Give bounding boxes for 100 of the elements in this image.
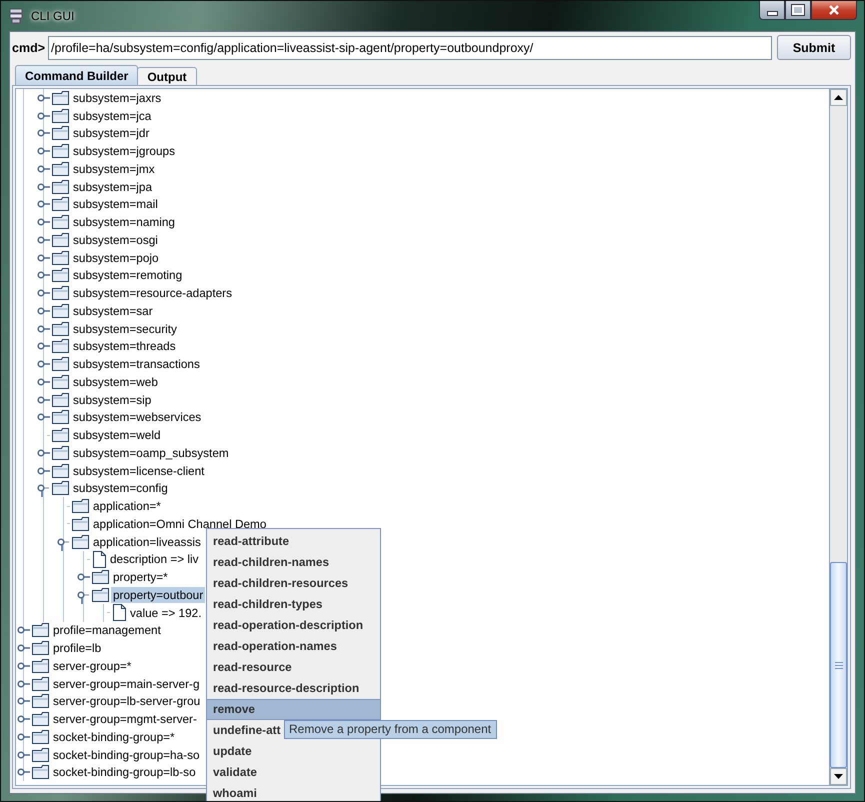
folder-icon <box>52 339 69 354</box>
tree-node-label[interactable]: subsystem=jaxrs <box>71 90 164 106</box>
folder-icon <box>72 499 89 514</box>
tab[interactable]: Command Builder <box>15 65 138 85</box>
folder-icon <box>52 357 69 372</box>
tree-node-label[interactable]: description => liv <box>108 551 201 568</box>
folder-icon <box>52 481 69 496</box>
tree-node-label[interactable]: server-group=lb-server-grou <box>51 693 202 710</box>
tree-node-label[interactable]: subsystem=webservices <box>71 409 204 426</box>
folder-icon <box>52 162 69 176</box>
folder-icon <box>32 641 49 656</box>
minimize-button[interactable] <box>759 1 785 20</box>
tree-node-label[interactable]: value => 192. <box>128 604 204 621</box>
tree-node-label[interactable]: application=* <box>91 498 163 514</box>
folder-icon <box>52 374 69 389</box>
menu-item[interactable]: read-operation-description <box>207 615 380 636</box>
tree-node-label[interactable]: subsystem=jpa <box>71 178 154 195</box>
folder-icon <box>52 108 69 123</box>
command-field[interactable]: /profile=ha/subsystem=config/application=liveassist-sip-agent/property=outboundproxy/ <box>48 36 772 60</box>
tree-node-label[interactable]: server-group=* <box>51 658 134 674</box>
folder-icon <box>32 748 49 762</box>
folder-icon <box>52 428 69 442</box>
folder-icon <box>52 126 69 140</box>
up-arrow-icon <box>834 95 843 100</box>
tree-node-label[interactable]: subsystem=web <box>71 374 160 390</box>
tree-node-label[interactable]: application=liveassis <box>91 534 203 550</box>
tree-node-label[interactable]: socket-binding-group=* <box>51 728 177 745</box>
folder-icon <box>92 588 109 602</box>
menu-item[interactable]: read-children-types <box>207 594 380 615</box>
menu-item[interactable]: whoami <box>207 783 380 801</box>
menu-item[interactable]: read-attribute <box>207 531 380 552</box>
tree-node-label[interactable]: subsystem=jgroups <box>71 143 177 160</box>
tree-node-label[interactable]: subsystem=mail <box>71 196 160 212</box>
folder-icon <box>32 694 49 708</box>
folder-icon <box>32 730 49 744</box>
tree-node-label[interactable]: subsystem=jca <box>71 108 154 124</box>
menu-item[interactable]: remove <box>207 699 380 720</box>
scroll-up-button[interactable] <box>830 89 847 106</box>
down-arrow-icon <box>834 774 843 779</box>
command-label: cmd> <box>12 40 46 54</box>
tree-node-label[interactable]: property=outbour <box>111 586 206 603</box>
folder-icon <box>72 534 89 549</box>
tree-node-label[interactable]: application=Omni Channel Demo <box>91 516 268 532</box>
scrollbar[interactable] <box>830 88 848 786</box>
tooltip: Remove a property from a component <box>284 720 497 739</box>
folder-icon <box>52 410 69 424</box>
tree-node-label[interactable]: subsystem=transactions <box>71 356 202 372</box>
folder-icon <box>52 392 69 407</box>
tab[interactable]: Output <box>137 67 197 85</box>
tree-node-label[interactable]: server-group=mgmt-server- <box>51 711 199 728</box>
menu-item[interactable]: read-operation-names <box>207 636 380 657</box>
folder-icon <box>52 304 69 318</box>
folder-icon <box>52 268 69 282</box>
tree-node-label[interactable]: socket-binding-group=lb-so <box>51 764 198 780</box>
file-icon <box>92 550 106 568</box>
folder-icon <box>52 464 69 478</box>
scrollbar-thumb[interactable] <box>830 562 847 768</box>
tree-node-label[interactable]: subsystem=resource-adapters <box>71 285 234 302</box>
tree-node-label[interactable]: subsystem=license-client <box>71 462 206 479</box>
tree-node-label[interactable]: subsystem=config <box>71 480 170 496</box>
close-button[interactable] <box>811 1 857 20</box>
menu-item[interactable]: read-children-names <box>207 552 380 573</box>
tree-node-label[interactable]: profile=lb <box>51 640 104 656</box>
menu-item[interactable]: read-children-resources <box>207 573 380 594</box>
tree-node-label[interactable]: server-group=main-server-g <box>51 676 202 692</box>
menu-item[interactable]: read-resource-description <box>207 678 380 699</box>
folder-icon <box>52 180 69 194</box>
tree-node-label[interactable]: subsystem=sar <box>71 302 155 319</box>
folder-icon <box>52 286 69 300</box>
folder-icon <box>32 658 49 673</box>
tree-node-label[interactable]: subsystem=remoting <box>71 267 184 284</box>
tree-node-label[interactable]: subsystem=threads <box>71 338 178 354</box>
tree-node-label[interactable]: subsystem=naming <box>71 214 177 230</box>
folder-icon <box>32 712 49 726</box>
folder-icon <box>52 322 69 336</box>
menu-item[interactable]: validate <box>207 762 380 783</box>
folder-icon <box>52 446 69 460</box>
menu-item[interactable]: read-resource <box>207 657 380 678</box>
tree-node-label[interactable]: subsystem=jdr <box>71 125 152 142</box>
tree-node-label[interactable]: profile=management <box>51 622 163 638</box>
tree-node-label[interactable]: property=* <box>111 569 170 586</box>
scroll-down-button[interactable] <box>830 768 847 785</box>
folder-icon <box>52 250 69 265</box>
tree-node-label[interactable]: subsystem=oamp_subsystem <box>71 444 231 461</box>
submit-button[interactable]: Submit <box>777 35 851 60</box>
tree-node-label[interactable]: subsystem=weld <box>71 427 163 444</box>
folder-icon <box>52 232 69 247</box>
menu-item[interactable]: update <box>207 741 380 762</box>
tree-node-label[interactable]: subsystem=pojo <box>71 250 161 266</box>
folder-icon <box>72 516 89 531</box>
tree-node-label[interactable]: subsystem=jmx <box>71 160 157 177</box>
tree-node-label[interactable]: subsystem=osgi <box>71 232 160 248</box>
folder-icon <box>52 197 69 212</box>
folder-icon <box>52 215 69 230</box>
tree-node-label[interactable]: subsystem=security <box>71 320 179 337</box>
tree-node-label[interactable]: subsystem=sip <box>71 392 154 408</box>
tree-node-label[interactable]: socket-binding-group=ha-so <box>51 746 202 763</box>
maximize-button[interactable] <box>785 1 811 20</box>
folder-icon <box>32 623 49 638</box>
folder-icon <box>32 676 49 691</box>
